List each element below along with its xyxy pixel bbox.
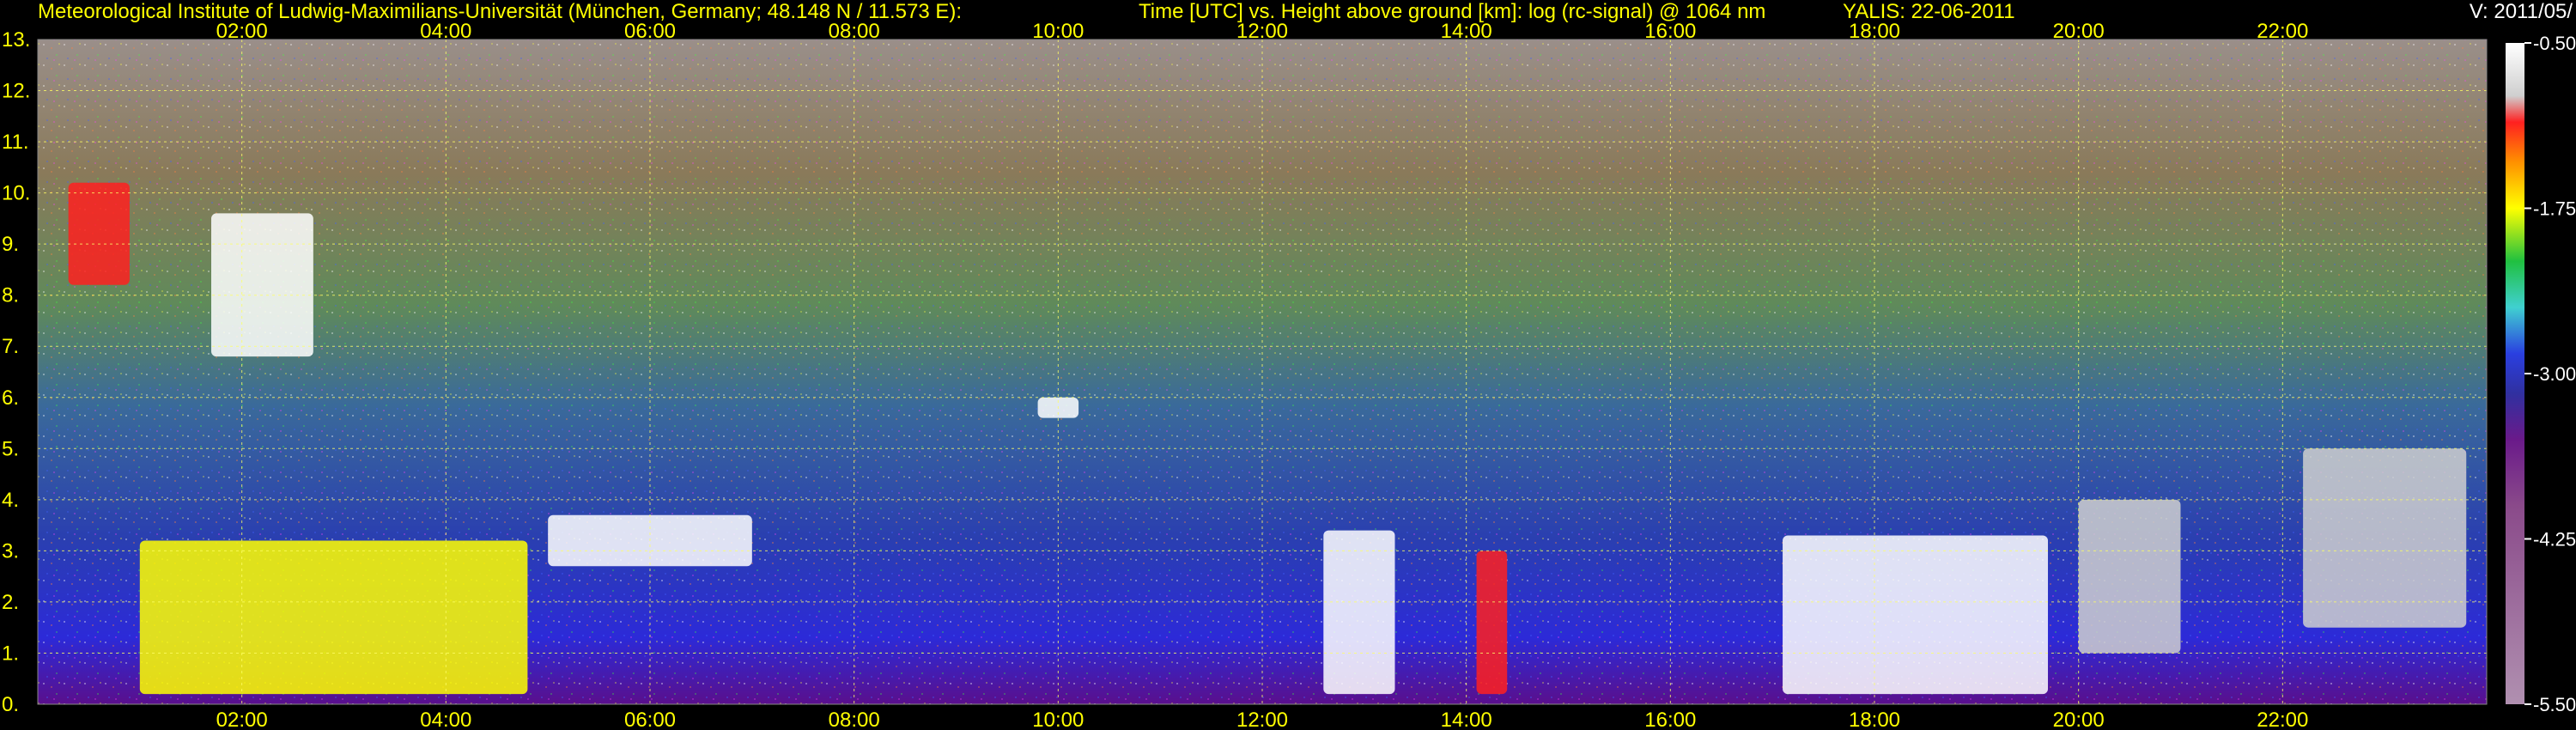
x-tick-label-bottom: 14:00	[1441, 709, 1492, 730]
feature-precip_cloud	[1323, 530, 1395, 695]
feature-precip_cloud	[1476, 551, 1508, 695]
y-tick-label: 7.	[2, 335, 19, 358]
x-tick-label-top: 06:00	[624, 20, 676, 43]
colorbar: -0.50 -1.75 -3.00 -4.25 -5.50	[2506, 33, 2576, 715]
y-tick-label: 6.	[2, 386, 19, 410]
y-tick-label: 0.	[2, 693, 19, 716]
x-tick-label-bottom: 08:00	[829, 709, 880, 730]
feature-aerosol_layer	[139, 540, 528, 695]
y-tick-label: 11.	[2, 131, 29, 154]
x-tick-label-top: 04:00	[420, 20, 471, 43]
x-tick-label-bottom: 02:00	[216, 709, 268, 730]
x-tick-label-bottom: 18:00	[1849, 709, 1900, 730]
x-tick-label-bottom: 10:00	[1032, 709, 1084, 730]
x-tick-label-bottom: 12:00	[1236, 709, 1288, 730]
colorbar-gradient	[2506, 43, 2524, 704]
feature-cirrus	[211, 213, 313, 357]
y-axis: 0. 1. 2. 3. 4. 5. 6. 7. 8. 9. 10. 11. 12. 13.	[2, 28, 30, 716]
colorbar-tick-label: -1.75	[2533, 198, 2576, 220]
x-tick-label-bottom: 22:00	[2257, 709, 2308, 730]
x-tick-label-bottom: 20:00	[2053, 709, 2105, 730]
x-tick-label-top: 02:00	[216, 20, 268, 43]
colorbar-tick-label: -5.50	[2533, 694, 2576, 715]
feature-broken_cloud	[2078, 499, 2181, 654]
colorbar-ticks: -0.50 -1.75 -3.00 -4.25 -5.50	[2524, 33, 2576, 715]
x-tick-label-top: 16:00	[1644, 20, 1696, 43]
x-tick-label-top: 20:00	[2053, 20, 2105, 43]
x-tick-label-top: 14:00	[1441, 20, 1492, 43]
y-tick-label: 5.	[2, 437, 19, 460]
x-tick-label-top: 08:00	[829, 20, 880, 43]
x-tick-label-top: 10:00	[1032, 20, 1084, 43]
y-tick-label: 9.	[2, 233, 19, 256]
colorbar-tick-label: -4.25	[2533, 529, 2576, 551]
plot-area	[37, 39, 2488, 705]
y-tick-label: 3.	[2, 539, 19, 563]
feature-convective_cloud	[1783, 535, 2049, 695]
y-tick-label: 8.	[2, 284, 19, 307]
y-tick-label: 2.	[2, 591, 19, 614]
feature-broken_cloud	[2303, 448, 2467, 628]
y-tick-label: 13.	[2, 28, 30, 52]
lidar-quicklook-chart: 02:00 04:00 06:00 08:00 10:00 12:00 14:00 16:00…	[2, 20, 2576, 730]
x-tick-label-bottom: 06:00	[624, 709, 676, 730]
x-axis-bottom: 02:00 04:00 06:00 08:00 10:00 12:00 14:00 16:00…	[216, 709, 2309, 730]
x-tick-label-bottom: 04:00	[420, 709, 471, 730]
y-tick-label: 10.	[2, 182, 30, 205]
x-tick-label-bottom: 16:00	[1644, 709, 1696, 730]
colorbar-tick-label: -3.00	[2533, 363, 2576, 385]
x-tick-label-top: 22:00	[2257, 20, 2308, 43]
colorbar-tick-label: -0.50	[2533, 33, 2576, 54]
y-tick-label: 1.	[2, 642, 19, 665]
y-tick-label: 4.	[2, 489, 19, 512]
y-tick-label: 12.	[2, 80, 30, 103]
feature-cirrus	[68, 182, 130, 285]
x-tick-label-top: 18:00	[1849, 20, 1900, 43]
x-tick-label-top: 12:00	[1236, 20, 1288, 43]
